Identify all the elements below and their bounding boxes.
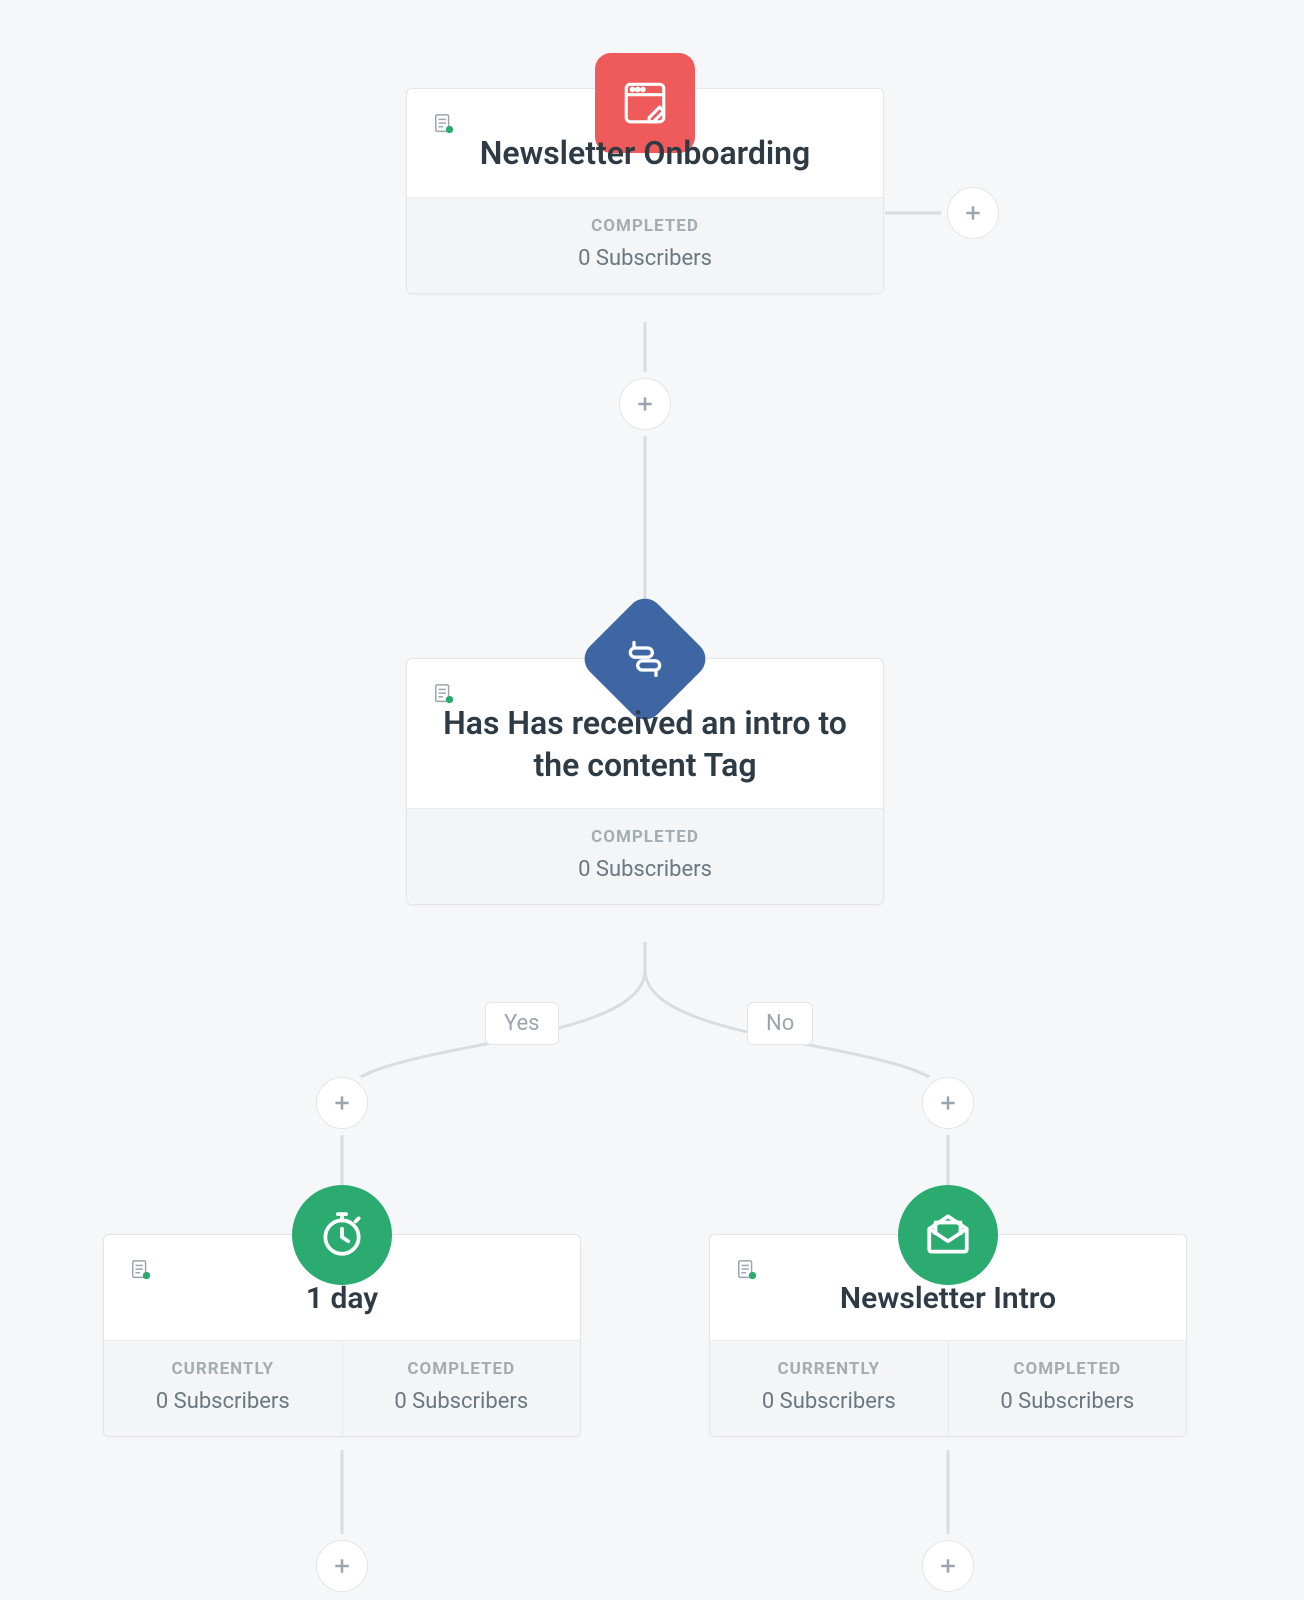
stat-label: CURRENTLY <box>114 1359 332 1379</box>
email-node[interactable]: Newsletter Intro CURRENTLY 0 Subscribers… <box>709 1234 1187 1437</box>
branch-label-yes: Yes <box>485 1002 559 1045</box>
add-step-button[interactable] <box>922 1077 974 1129</box>
add-step-button[interactable] <box>947 187 999 239</box>
delay-node-title: 1 day <box>132 1279 552 1318</box>
stat-label: COMPLETED <box>353 1359 571 1379</box>
note-status-icon <box>433 113 455 135</box>
stat-label: COMPLETED <box>417 216 873 236</box>
stat-label: COMPLETED <box>959 1359 1177 1379</box>
form-node[interactable]: Newsletter Onboarding COMPLETED 0 Subscr… <box>406 88 884 294</box>
automation-canvas[interactable]: Newsletter Onboarding COMPLETED 0 Subscr… <box>0 0 1304 1600</box>
note-status-icon <box>130 1259 152 1281</box>
note-status-icon <box>433 683 455 705</box>
stat-value: 0 Subscribers <box>959 1389 1177 1414</box>
delay-stat-1: CURRENTLY 0 Subscribers <box>104 1341 342 1436</box>
stat-value: 0 Subscribers <box>720 1389 938 1414</box>
branch-label-no: No <box>747 1002 813 1045</box>
condition-stat: COMPLETED 0 Subscribers <box>407 809 883 904</box>
add-step-button[interactable] <box>619 378 671 430</box>
add-step-button[interactable] <box>316 1540 368 1592</box>
stat-value: 0 Subscribers <box>114 1389 332 1414</box>
stat-value: 0 Subscribers <box>417 857 873 882</box>
condition-node-title: Has Has received an intro to the content… <box>435 703 855 786</box>
stat-label: COMPLETED <box>417 827 873 847</box>
form-stat: COMPLETED 0 Subscribers <box>407 198 883 293</box>
add-step-button[interactable] <box>316 1077 368 1129</box>
stat-value: 0 Subscribers <box>353 1389 571 1414</box>
stat-label: CURRENTLY <box>720 1359 938 1379</box>
condition-node[interactable]: Has Has received an intro to the content… <box>406 658 884 905</box>
delay-node[interactable]: 1 day CURRENTLY 0 Subscribers COMPLETED … <box>103 1234 581 1437</box>
form-node-title: Newsletter Onboarding <box>435 133 855 175</box>
email-stat-1: CURRENTLY 0 Subscribers <box>710 1341 948 1436</box>
stat-value: 0 Subscribers <box>417 246 873 271</box>
email-node-title: Newsletter Intro <box>738 1279 1158 1318</box>
delay-stat-2: COMPLETED 0 Subscribers <box>342 1341 581 1436</box>
note-status-icon <box>736 1259 758 1281</box>
email-stat-2: COMPLETED 0 Subscribers <box>948 1341 1187 1436</box>
add-step-button[interactable] <box>922 1540 974 1592</box>
